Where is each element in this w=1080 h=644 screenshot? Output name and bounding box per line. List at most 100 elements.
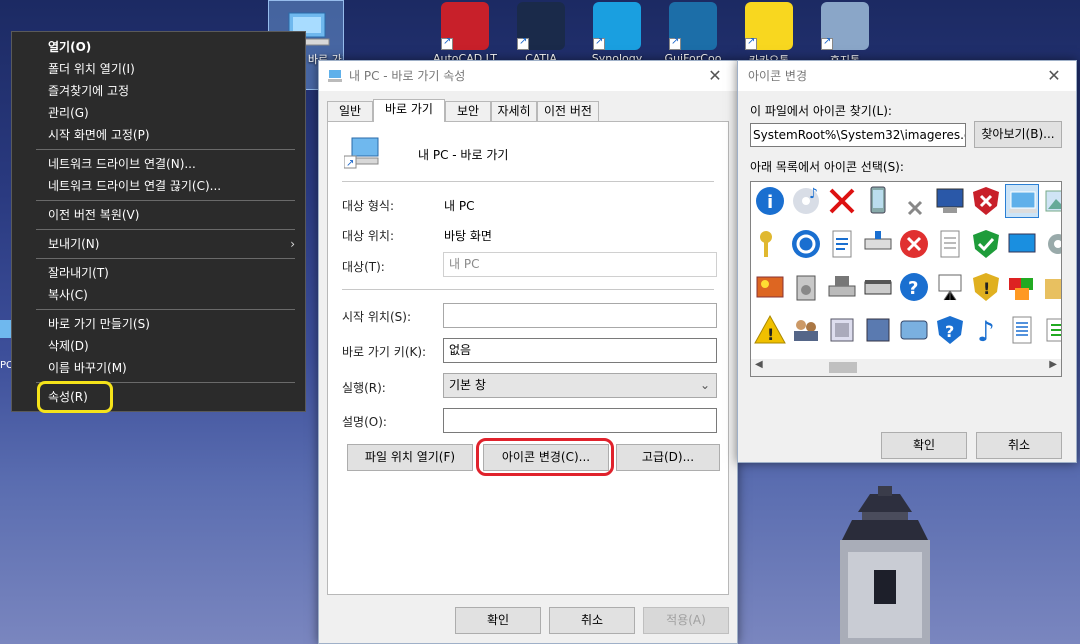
shield-warning-icon[interactable]: ! [969, 270, 1003, 304]
app-icon [593, 2, 641, 50]
users-icon[interactable] [789, 313, 823, 347]
scroll-right-icon[interactable]: ▶ [1049, 359, 1057, 370]
book-icon[interactable] [861, 313, 895, 347]
apply-button[interactable]: 적용(A) [643, 607, 729, 634]
properties-dialog: 내 PC - 바로 가기 속성 ✕ 일반 바로 가기 보안 자세히 이전 버전 … [318, 60, 738, 644]
context-menu-item[interactable]: 네트워크 드라이브 연결(N)... [12, 153, 305, 175]
context-menu-item[interactable]: 보내기(N) › [12, 233, 305, 255]
menu-item-label: 시작 화면에 고정(P) [48, 128, 150, 142]
horizontal-scrollbar[interactable]: ◀ ▶ [751, 359, 1061, 376]
browse-button[interactable]: 찾아보기(B)... [974, 121, 1062, 148]
desktop-shortcut[interactable]: CATIA [504, 2, 578, 64]
close-icon[interactable]: ✕ [1042, 61, 1066, 91]
small-x-icon[interactable] [897, 184, 931, 218]
shortcut-key-field[interactable]: 없음 [443, 338, 717, 363]
context-menu-item[interactable]: 잘라내기(T) [12, 262, 305, 284]
menu-item-label: 네트워크 드라이브 연결 끊기(C)... [48, 179, 222, 193]
context-menu-item[interactable]: 관리(G) [12, 102, 305, 124]
drive-icon[interactable] [825, 270, 859, 304]
comment-field[interactable] [443, 408, 717, 433]
context-menu-item[interactable]: 시작 화면에 고정(P) [12, 124, 305, 146]
tab-security[interactable]: 보안 [445, 101, 491, 121]
advanced-button[interactable]: 고급(D)... [616, 444, 720, 471]
svg-text:?: ? [908, 278, 918, 299]
menu-item-label: 보내기(N) [48, 237, 100, 251]
key-icon[interactable] [753, 227, 787, 261]
picture-icon[interactable] [1041, 184, 1061, 218]
run-select[interactable]: 기본 창 ⌄ [443, 373, 717, 398]
info-icon[interactable]: i [753, 184, 787, 218]
context-menu-item[interactable]: 바로 가기 만들기(S) [12, 313, 305, 335]
cd-music-icon[interactable]: ♪ [789, 184, 823, 218]
page-icon[interactable] [933, 227, 967, 261]
close-icon[interactable]: ✕ [703, 61, 727, 91]
context-menu-item[interactable]: 이름 바꾸기(M) [12, 357, 305, 379]
open-file-location-button[interactable]: 파일 위치 열기(F) [347, 444, 473, 471]
tab-details[interactable]: 자세히 [491, 101, 537, 121]
monitor-icon[interactable] [933, 184, 967, 218]
scroll-left-icon[interactable]: ◀ [755, 359, 763, 370]
start-in-field[interactable] [443, 303, 717, 328]
context-menu-item[interactable]: 이전 버전 복원(V) [12, 204, 305, 226]
svg-text:i: i [767, 192, 773, 213]
icon-file-path-input[interactable]: SystemRoot%\System32\imageres.dll [750, 123, 966, 147]
error-icon[interactable] [897, 227, 931, 261]
context-menu-item[interactable]: 폴더 위치 열기(I) [12, 58, 305, 80]
presentation-icon[interactable] [933, 270, 967, 304]
context-menu-item[interactable]: 열기(O) [12, 36, 305, 58]
card-icon[interactable] [825, 313, 859, 347]
display-icon[interactable] [1005, 227, 1039, 261]
doc-text-icon[interactable] [1005, 313, 1039, 347]
warning-icon[interactable]: ! [753, 313, 787, 347]
menu-item-label: 이름 바꾸기(M) [48, 361, 127, 375]
menu-separator [36, 258, 295, 259]
tab-previous-versions[interactable]: 이전 버전 [537, 101, 599, 121]
folder-icon[interactable] [1041, 270, 1061, 304]
shield-help-icon[interactable]: ? [933, 313, 967, 347]
tab-shortcut[interactable]: 바로 가기 [373, 99, 445, 122]
document-icon[interactable] [825, 227, 859, 261]
network-icon[interactable] [861, 227, 895, 261]
shortcut-arrow-icon [669, 36, 681, 50]
context-menu-item[interactable]: 네트워크 드라이브 연결 끊기(C)... [12, 175, 305, 197]
desktop-shortcut[interactable]: AutoCAD LT [428, 2, 502, 64]
change-icon-cancel-button[interactable]: 취소 [976, 432, 1062, 459]
computer-icon[interactable] [1005, 184, 1039, 218]
music-note-icon[interactable]: ♪ [969, 313, 1003, 348]
shield-x-icon[interactable] [969, 184, 1003, 218]
list-icon[interactable] [1041, 313, 1061, 347]
media-icon[interactable] [789, 270, 823, 304]
svg-text:!: ! [767, 325, 774, 344]
desktop-shortcut[interactable]: Synology [580, 2, 654, 64]
icon-list[interactable]: ♪?!!? ♪ i ◀ ▶ [750, 181, 1062, 377]
highlight-properties-annotation [37, 381, 113, 413]
tablet-icon[interactable] [897, 313, 931, 347]
photo-icon[interactable] [753, 270, 787, 304]
help-icon[interactable]: ? [897, 270, 931, 304]
context-menu-item[interactable]: 즐겨찾기에 고정 [12, 80, 305, 102]
scroll-thumb[interactable] [829, 362, 857, 373]
shield-check-icon[interactable] [969, 227, 1003, 261]
settings-icon[interactable] [1041, 227, 1061, 261]
desktop-shortcut[interactable]: 카카오톡 [732, 2, 806, 64]
context-menu-item[interactable]: 복사(C) [12, 284, 305, 306]
shortcut-key-label: 바로 가기 키(K): [342, 345, 427, 359]
find-in-file-label: 이 파일에서 아이콘 찾기(L): [750, 104, 892, 118]
menu-item-label: 잘라내기(T) [48, 266, 109, 280]
change-icon-ok-button[interactable]: 확인 [881, 432, 967, 459]
desktop-shortcut[interactable]: 휴지통 [808, 2, 882, 64]
target-type-label: 대상 형식: [342, 199, 395, 213]
ok-button[interactable]: 확인 [455, 607, 541, 634]
cancel-button[interactable]: 취소 [549, 607, 635, 634]
tab-general[interactable]: 일반 [327, 101, 373, 121]
desktop-shortcut[interactable]: GuiForCoo [656, 2, 730, 64]
device-icon[interactable] [861, 184, 895, 218]
scanner-icon[interactable] [861, 270, 895, 304]
menu-separator [36, 149, 295, 150]
context-menu-item[interactable]: 삭제(D) [12, 335, 305, 357]
target-field[interactable]: 내 PC [443, 252, 717, 277]
svg-text:↗: ↗ [346, 158, 354, 169]
apps-icon[interactable] [1005, 270, 1039, 304]
sync-icon[interactable] [789, 227, 823, 261]
red-x-icon[interactable] [825, 184, 859, 218]
